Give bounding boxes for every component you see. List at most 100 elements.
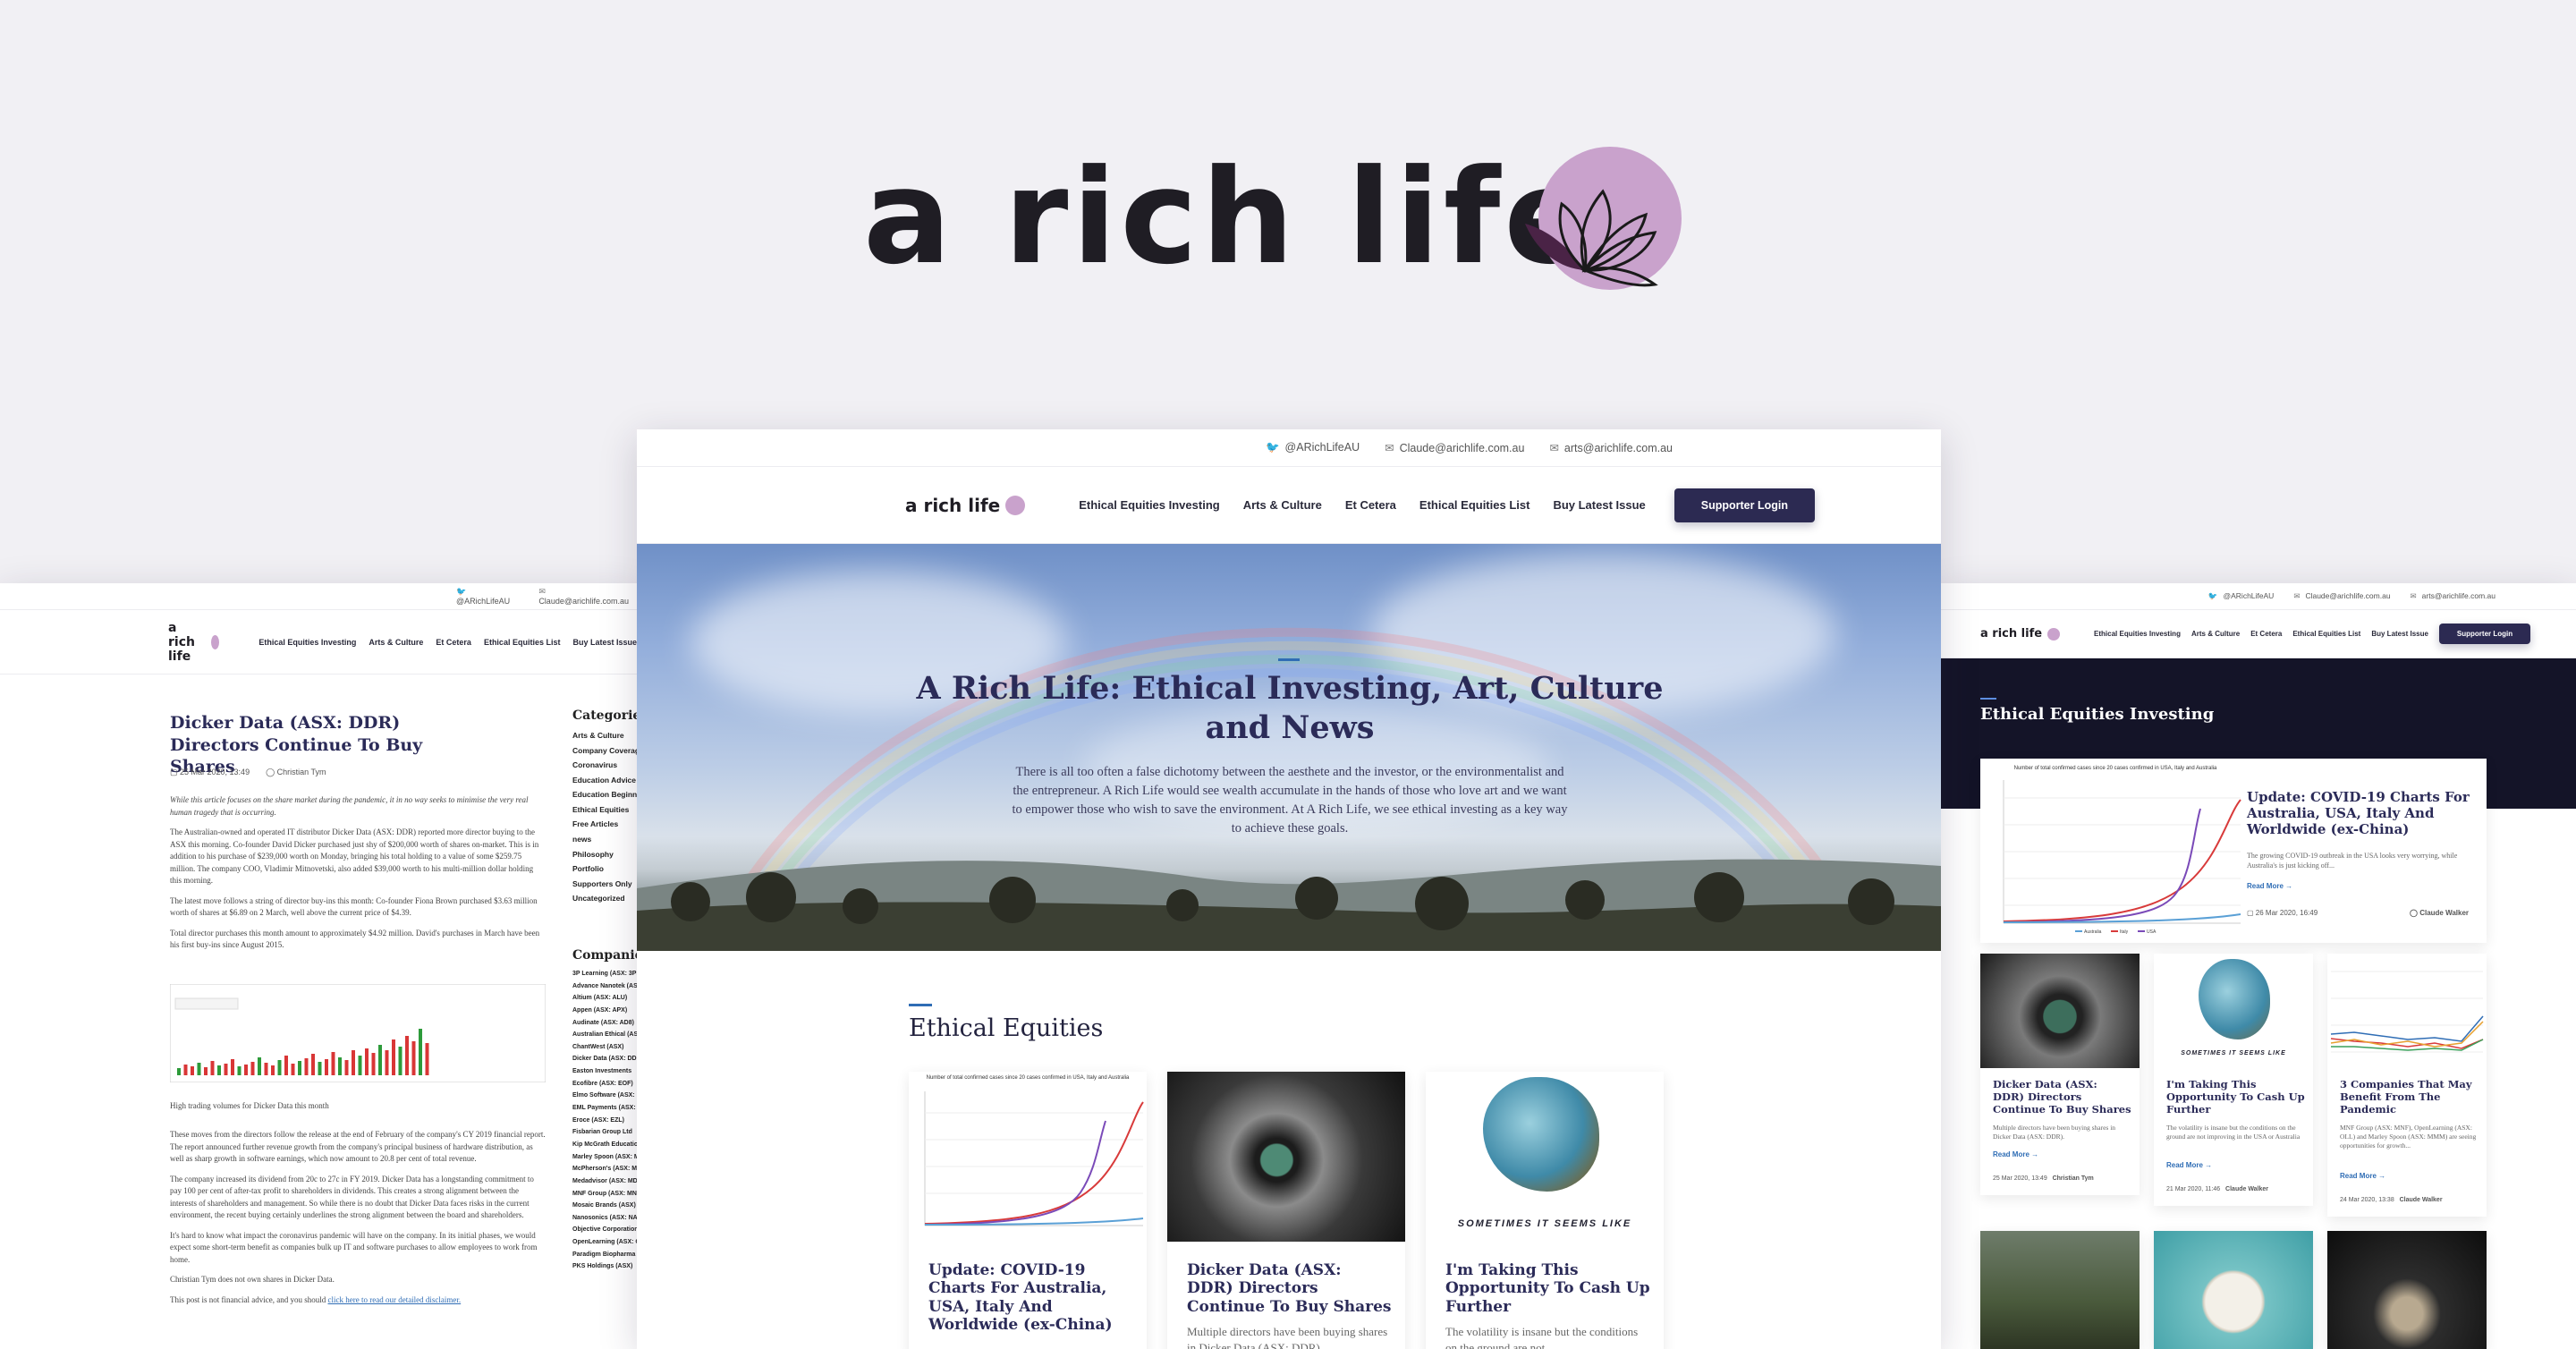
company-link[interactable]: Dicker Data (ASX: DDR)	[572, 1053, 637, 1065]
email-link-arts[interactable]: ✉ arts@arichlife.com.au	[2411, 591, 2496, 601]
category-link[interactable]: Education Beginner	[572, 787, 637, 802]
supporter-login-button[interactable]: Supporter Login	[1674, 488, 1815, 522]
hero-title: A Rich Life: Ethical Investing, Art, Cul…	[916, 670, 1664, 746]
company-link[interactable]: McPherson's (ASX: MCP)	[572, 1163, 637, 1175]
nav-ethical-equities-list[interactable]: Ethical Equities List	[484, 638, 561, 647]
company-link[interactable]: EML Payments (ASX: EML)	[572, 1102, 637, 1115]
read-more-link[interactable]: Read More →	[2247, 882, 2292, 890]
nav-ethical-equities-list[interactable]: Ethical Equities List	[1419, 498, 1530, 512]
nav-et-cetera[interactable]: Et Cetera	[2250, 630, 2282, 638]
category-link[interactable]: Arts & Culture	[572, 728, 637, 743]
post-title[interactable]: 3 Companies That May Benefit From The Pa…	[2340, 1078, 2479, 1116]
company-link[interactable]: Nanosonics (ASX: NAN)	[572, 1212, 637, 1225]
nav-ethical-equities-list[interactable]: Ethical Equities List	[2292, 630, 2360, 638]
category-link[interactable]: Uncategorized	[572, 891, 637, 906]
company-link[interactable]: Fisbarian Group Ltd	[572, 1126, 637, 1139]
post-card[interactable]: SOMETIMES IT SEEMS LIKE I'm Taking This …	[2154, 954, 2313, 1206]
post-card[interactable]: SOMETIMES IT SEEMS LIKE I'm Taking This …	[1426, 1072, 1664, 1349]
volume-bar	[210, 1061, 215, 1075]
category-link[interactable]: Coronavirus	[572, 758, 637, 773]
deer-night-image[interactable]	[2327, 1231, 2487, 1349]
email-link-claude[interactable]: ✉Claude@arichlife.com.au	[538, 587, 637, 606]
category-link[interactable]: news	[572, 832, 637, 847]
read-more-link[interactable]: Read More →	[1993, 1150, 2038, 1158]
company-link[interactable]: ChantWest (ASX)	[572, 1041, 637, 1054]
company-link[interactable]: Eroce (ASX: EZL)	[572, 1115, 637, 1127]
covid-chart-image: Number of total confirmed cases since 20…	[909, 1072, 1147, 1242]
company-link[interactable]: MNF Group (ASX: MNF)	[572, 1188, 637, 1201]
article-author[interactable]: ◯ Christian Tym	[266, 768, 326, 777]
post-title[interactable]: I'm Taking This Opportunity To Cash Up F…	[2166, 1078, 2305, 1116]
category-link[interactable]: Portfolio	[572, 861, 637, 877]
company-link[interactable]: Medadvisor (ASX: MDR)	[572, 1175, 637, 1188]
nav-ethical-equities-investing[interactable]: Ethical Equities Investing	[1079, 498, 1219, 512]
nav-arts-culture[interactable]: Arts & Culture	[1243, 498, 1322, 512]
company-link[interactable]: Paradigm Biopharma	[572, 1249, 637, 1261]
post-card[interactable]: Number of total confirmed cases since 20…	[909, 1072, 1147, 1349]
category-link[interactable]: Free Articles	[572, 817, 637, 832]
twitter-link[interactable]: 🐦@ARichLifeAU	[2208, 591, 2274, 601]
post-title[interactable]: I'm Taking This Opportunity To Cash Up F…	[1445, 1261, 1651, 1316]
nav-buy-latest-issue[interactable]: Buy Latest Issue	[1553, 498, 1645, 512]
company-link[interactable]: Kip McGrath Education	[572, 1139, 637, 1151]
image-caption: SOMETIMES IT SEEMS LIKE	[1457, 1218, 1632, 1229]
company-link[interactable]: Appen (ASX: APX)	[572, 1005, 637, 1017]
company-link[interactable]: PKS Holdings (ASX)	[572, 1260, 637, 1273]
food-plate-image[interactable]	[2154, 1231, 2313, 1349]
featured-post-card[interactable]: Number of total confirmed cases since 20…	[1980, 759, 2487, 943]
post-excerpt: Multiple directors have been buying shar…	[1993, 1124, 2116, 1141]
homepage-window: 🐦 @ARichLifeAU ✉ Claude@arichlife.com.au ✉…	[637, 429, 1941, 1349]
supporter-login-button[interactable]: Supporter Login	[2438, 624, 2531, 644]
read-more-link[interactable]: Read More →	[2166, 1161, 2212, 1169]
nav-ethical-equities-investing[interactable]: Ethical Equities Investing	[2094, 630, 2181, 638]
site-logo[interactable]: a rich life	[905, 495, 1026, 516]
post-card[interactable]: 3 Companies That May Benefit From The Pa…	[2327, 954, 2487, 1217]
twitter-link[interactable]: 🐦@ARichLifeAU	[1266, 441, 1360, 454]
nav-et-cetera[interactable]: Et Cetera	[1345, 498, 1396, 512]
post-title[interactable]: Update: COVID-19 Charts For Australia, U…	[928, 1261, 1134, 1335]
disclaimer-link[interactable]: click here to read our detailed disclaim…	[327, 1295, 461, 1304]
company-link[interactable]: Mosaic Brands (ASX)	[572, 1200, 637, 1212]
nav-arts-culture[interactable]: Arts & Culture	[369, 638, 423, 647]
read-more-link[interactable]: Read More →	[2340, 1172, 2385, 1180]
nav-arts-culture[interactable]: Arts & Culture	[2191, 630, 2240, 638]
company-link[interactable]: Objective Corporation	[572, 1224, 637, 1236]
site-logo[interactable]: a rich life	[168, 621, 220, 664]
calendar-icon: ▢	[170, 768, 181, 776]
post-card[interactable]: Dicker Data (ASX: DDR) Directors Continu…	[1980, 954, 2140, 1195]
company-link[interactable]: Advance Nanotek (ASX: ANO)	[572, 980, 637, 993]
category-link[interactable]: Philosophy	[572, 847, 637, 862]
category-link[interactable]: Supporters Only	[572, 877, 637, 892]
category-link[interactable]: Company Coverage	[572, 743, 637, 759]
nav-et-cetera[interactable]: Et Cetera	[436, 638, 471, 647]
rainbow-image	[637, 627, 1941, 951]
forest-stream-image[interactable]	[1980, 1231, 2140, 1349]
nav-ethical-equities-investing[interactable]: Ethical Equities Investing	[258, 638, 356, 647]
post-card[interactable]: Dicker Data (ASX: DDR) Directors Continu…	[1167, 1072, 1405, 1349]
twitter-link[interactable]: 🐦@ARichLifeAU	[456, 587, 522, 606]
category-link[interactable]: Education Advice	[572, 773, 637, 788]
company-link[interactable]: Ecofibre (ASX: EOF)	[572, 1078, 637, 1090]
company-link[interactable]: Australian Ethical (ASX: AEF)	[572, 1029, 637, 1041]
email-link-arts[interactable]: ✉ arts@arichlife.com.au	[1549, 441, 1673, 454]
company-link[interactable]: Easton Investments	[572, 1065, 637, 1078]
post-author[interactable]: ◯ Claude Walker	[2410, 909, 2469, 917]
site-logo[interactable]: a rich life	[1980, 627, 2061, 641]
nav-buy-latest-issue[interactable]: Buy Latest Issue	[572, 638, 637, 647]
post-title[interactable]: Dicker Data (ASX: DDR) Directors Continu…	[1187, 1261, 1393, 1316]
company-link[interactable]: Marley Spoon (ASX: MMM)	[572, 1151, 637, 1164]
company-link[interactable]: Audinate (ASX: AD8)	[572, 1017, 637, 1030]
nav-buy-latest-issue[interactable]: Buy Latest Issue	[2371, 630, 2428, 638]
company-link[interactable]: OpenLearning (ASX: OLL)	[572, 1236, 637, 1249]
category-link[interactable]: Ethical Equities	[572, 802, 637, 818]
email-link-claude[interactable]: ✉Claude@arichlife.com.au	[2293, 591, 2390, 601]
post-title[interactable]: Dicker Data (ASX: DDR) Directors Continu…	[1993, 1078, 2131, 1116]
section-accent	[909, 1004, 932, 1006]
company-link[interactable]: Altium (ASX: ALU)	[572, 992, 637, 1005]
brand-title: a rich life	[863, 141, 1597, 293]
company-link[interactable]: Elmo Software (ASX: ELO)	[572, 1090, 637, 1102]
company-link[interactable]: 3P Learning (ASX: 3PL)	[572, 968, 637, 980]
email-link-claude[interactable]: ✉Claude@arichlife.com.au	[1385, 441, 1524, 454]
volume-bar	[405, 1036, 409, 1075]
featured-post-title[interactable]: Update: COVID-19 Charts For Australia, U…	[2247, 789, 2470, 837]
